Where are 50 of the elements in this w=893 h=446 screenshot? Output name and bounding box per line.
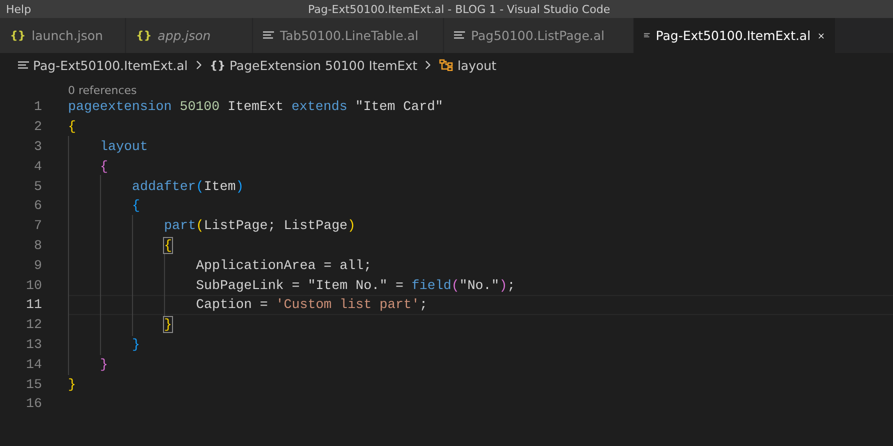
code-line: addafter(Item): [132, 178, 244, 194]
editor-tab[interactable]: Pag-Ext50100.ItemExt.al: [634, 18, 836, 53]
code-line: }: [100, 356, 108, 372]
symbol-structure-icon: [439, 59, 454, 71]
code-line: pageextension 50100 ItemExt extends "Item Card": [68, 99, 444, 114]
line-number: 10: [25, 278, 42, 293]
line-number: 4: [33, 158, 42, 174]
line-number: 5: [33, 178, 42, 194]
file-lines-icon: [454, 31, 465, 40]
code-lens[interactable]: 0 references: [68, 84, 137, 97]
window-title: Pag-Ext50100.ItemExt.al - BLOG 1 - Visual Studio Code: [306, 2, 612, 16]
line-number: 7: [33, 218, 42, 234]
code-line: {: [132, 198, 140, 214]
editor-tab[interactable]: Tab50100.LineTable.al: [253, 18, 444, 53]
line-number: 16: [25, 396, 42, 412]
editor-tab[interactable]: {} app.json: [126, 18, 253, 53]
code-line: layout: [100, 138, 148, 154]
breadcrumb-item[interactable]: PageExtension 50100 ItemExt: [229, 58, 418, 72]
code-line: }: [132, 336, 140, 352]
code-line: part(ListPage; ListPage): [164, 218, 356, 234]
line-number: 2: [33, 119, 42, 134]
editor-tab[interactable]: {} launch.json: [0, 18, 126, 53]
file-lines-icon: [18, 60, 29, 70]
line-number: 15: [25, 376, 42, 392]
code-line: }: [68, 376, 76, 392]
code-line: }: [164, 317, 172, 332]
editor-tab[interactable]: Pag50100.ListPage.al: [444, 18, 634, 53]
line-number: 11: [25, 297, 42, 312]
file-lines-icon: [644, 31, 650, 40]
line-number: 9: [33, 258, 42, 273]
line-number: 12: [25, 317, 42, 332]
braces-icon: {}: [210, 58, 226, 72]
line-number: 13: [25, 336, 42, 352]
json-braces-icon: {}: [10, 29, 26, 42]
code-line: ApplicationArea = all;: [196, 258, 372, 273]
line-number: 1: [33, 99, 42, 114]
file-lines-icon: [263, 31, 274, 40]
code-line: SubPageLink = "Item No." = field("No.");: [196, 278, 516, 293]
json-braces-icon: {}: [136, 29, 152, 42]
code-line: {: [164, 238, 172, 253]
line-number: 14: [25, 356, 42, 372]
menu-item[interactable]: Help: [6, 2, 32, 16]
line-number: 3: [33, 138, 42, 154]
breadcrumb-item[interactable]: Pag-Ext50100.ItemExt.al: [33, 58, 188, 72]
code-line: {: [68, 119, 76, 134]
code-line: Caption = 'Custom list part';: [196, 297, 428, 312]
code-line: {: [100, 158, 108, 174]
line-number: 8: [33, 238, 42, 253]
line-number: 6: [33, 198, 42, 214]
breadcrumb-item[interactable]: layout: [457, 58, 496, 72]
